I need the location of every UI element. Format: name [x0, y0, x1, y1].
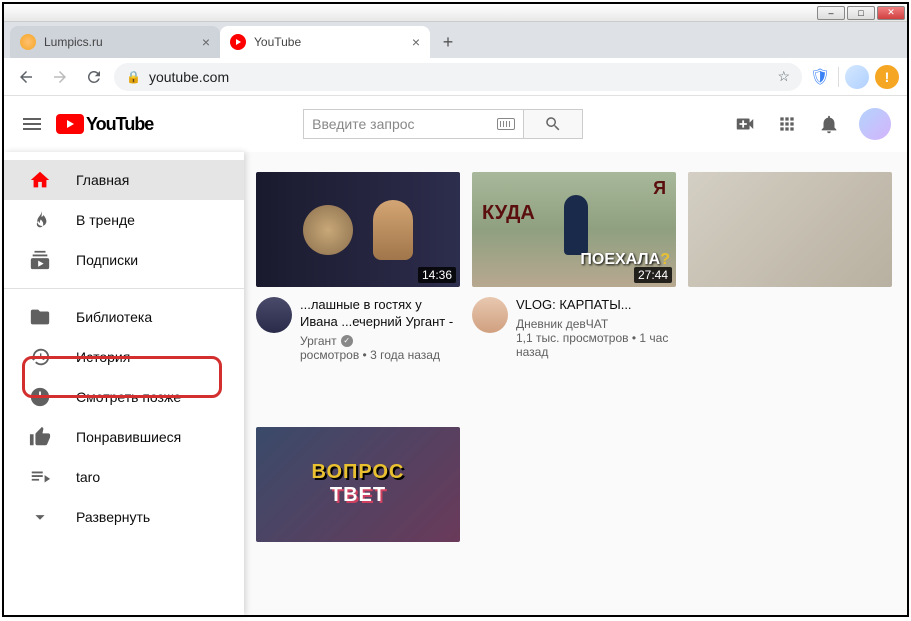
- video-card[interactable]: Я КУДА ПОЕХАЛА? 27:44 VLOG: КАРПАТЫ... Д…: [472, 172, 676, 415]
- search-input[interactable]: Введите запрос: [303, 109, 523, 139]
- video-title: ...лашные в гостях у Ивана ...ечерний Ур…: [300, 297, 460, 331]
- window-maximize-button[interactable]: □: [847, 6, 875, 20]
- divider: [838, 67, 839, 87]
- close-icon[interactable]: ×: [202, 34, 210, 50]
- youtube-header: YouTube Введите запрос: [4, 96, 907, 152]
- close-icon[interactable]: ×: [412, 34, 420, 50]
- window-titlebar: – □ ✕: [4, 4, 907, 22]
- video-thumbnail[interactable]: Я КУДА ПОЕХАЛА? 27:44: [472, 172, 676, 287]
- notifications-bell-icon[interactable]: [817, 112, 841, 136]
- sidebar-item-label: Подписки: [76, 252, 138, 268]
- keyboard-icon[interactable]: [497, 118, 515, 130]
- video-channel[interactable]: Ургант ✓: [300, 334, 460, 348]
- video-title: VLOG: КАРПАТЫ...: [516, 297, 676, 314]
- shield-extension-icon[interactable]: 🛡: [808, 65, 832, 89]
- video-thumbnail[interactable]: ВОПРОС TBET: [256, 427, 460, 542]
- forward-button[interactable]: [46, 63, 74, 91]
- sidebar-item-label: История: [76, 349, 130, 365]
- chevron-down-icon: [28, 505, 52, 529]
- warning-extension-icon[interactable]: !: [875, 65, 899, 89]
- sidebar-item-label: Библиотека: [76, 309, 152, 325]
- history-icon: [28, 345, 52, 369]
- video-card[interactable]: ВОПРОС TBET: [256, 427, 460, 595]
- hamburger-menu-icon[interactable]: [20, 112, 44, 136]
- sidebar-item-label: Понравившиеся: [76, 429, 181, 445]
- video-thumbnail[interactable]: [688, 172, 892, 287]
- profile-avatar-icon[interactable]: [845, 65, 869, 89]
- sidebar: Главная В тренде Подписки Библиотека Ист…: [4, 152, 244, 615]
- channel-avatar[interactable]: [472, 297, 508, 333]
- video-thumbnail[interactable]: 14:36: [256, 172, 460, 287]
- sidebar-item-label: Развернуть: [76, 509, 150, 525]
- playlist-icon: [28, 465, 52, 489]
- lumpics-favicon: [20, 34, 36, 50]
- channel-avatar[interactable]: [256, 297, 292, 333]
- folder-icon: [28, 305, 52, 329]
- sidebar-item-history[interactable]: История: [4, 337, 244, 377]
- create-video-icon[interactable]: [733, 112, 757, 136]
- sidebar-item-watch-later[interactable]: Смотреть позже: [4, 377, 244, 417]
- home-icon: [28, 168, 52, 192]
- lock-icon: 🔒: [126, 70, 141, 84]
- clock-icon: [28, 385, 52, 409]
- video-duration: 27:44: [634, 267, 672, 283]
- youtube-play-icon: [56, 114, 84, 134]
- video-stats: 1,1 тыс. просмотров • 1 час назад: [516, 331, 676, 359]
- sidebar-item-library[interactable]: Библиотека: [4, 297, 244, 337]
- tab-title: YouTube: [254, 35, 404, 49]
- youtube-favicon: [230, 34, 246, 50]
- subscriptions-icon: [28, 248, 52, 272]
- sidebar-item-liked[interactable]: Понравившиеся: [4, 417, 244, 457]
- video-card[interactable]: 14:36 ...лашные в гостях у Ивана ...ечер…: [256, 172, 460, 415]
- tab-title: Lumpics.ru: [44, 35, 194, 49]
- video-card[interactable]: [688, 172, 892, 415]
- sidebar-item-playlist-taro[interactable]: taro: [4, 457, 244, 497]
- fire-icon: [28, 208, 52, 232]
- url-text: youtube.com: [149, 69, 769, 85]
- back-button[interactable]: [12, 63, 40, 91]
- sidebar-item-expand[interactable]: Развернуть: [4, 497, 244, 537]
- bookmark-star-icon[interactable]: ☆: [777, 68, 790, 85]
- apps-grid-icon[interactable]: [775, 112, 799, 136]
- sidebar-divider: [4, 288, 244, 289]
- youtube-logo[interactable]: YouTube: [56, 114, 153, 135]
- browser-tab-strip: Lumpics.ru × YouTube × +: [4, 22, 907, 58]
- verified-badge-icon: ✓: [341, 335, 353, 347]
- video-stats: росмотров • 3 года назад: [300, 348, 460, 362]
- tab-youtube[interactable]: YouTube ×: [220, 26, 430, 58]
- window-close-button[interactable]: ✕: [877, 6, 905, 20]
- sidebar-item-home[interactable]: Главная: [4, 160, 244, 200]
- tab-lumpics[interactable]: Lumpics.ru ×: [10, 26, 220, 58]
- sidebar-item-label: taro: [76, 469, 100, 485]
- browser-toolbar: 🔒 youtube.com ☆ 🛡 !: [4, 58, 907, 96]
- sidebar-item-label: Смотреть позже: [76, 389, 181, 405]
- sidebar-item-label: В тренде: [76, 212, 135, 228]
- reload-button[interactable]: [80, 63, 108, 91]
- video-grid: 14:36 ...лашные в гостях у Ивана ...ечер…: [244, 152, 907, 615]
- search-button[interactable]: [523, 109, 583, 139]
- sidebar-item-trending[interactable]: В тренде: [4, 200, 244, 240]
- sidebar-item-subscriptions[interactable]: Подписки: [4, 240, 244, 280]
- address-bar[interactable]: 🔒 youtube.com ☆: [114, 63, 802, 91]
- new-tab-button[interactable]: +: [434, 28, 462, 56]
- youtube-logo-text: YouTube: [86, 114, 153, 135]
- sidebar-item-label: Главная: [76, 172, 129, 188]
- user-avatar[interactable]: [859, 108, 891, 140]
- thumbs-up-icon: [28, 425, 52, 449]
- video-duration: 14:36: [418, 267, 456, 283]
- video-channel[interactable]: Дневник девЧАТ: [516, 317, 676, 331]
- window-minimize-button[interactable]: –: [817, 6, 845, 20]
